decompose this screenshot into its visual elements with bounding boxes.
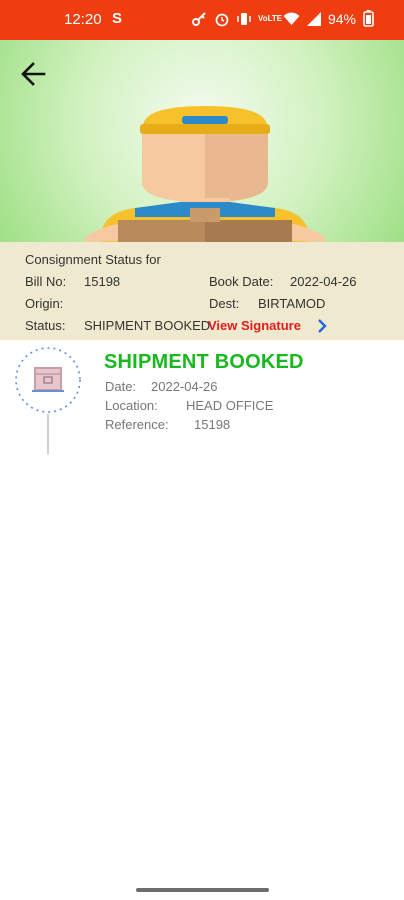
view-signature-link[interactable]: View Signature xyxy=(208,318,301,333)
volte-icon: VoLTE xyxy=(257,13,283,23)
consignment-info-panel: Consignment Status for Bill No: 15198 Bo… xyxy=(0,242,404,340)
chevron-right-icon[interactable] xyxy=(315,318,329,334)
vibrate-icon xyxy=(237,12,251,25)
event-reference-value: 15198 xyxy=(194,417,231,432)
key-icon xyxy=(191,11,206,26)
status-bar: 12:20 S VoLTE 94% xyxy=(0,0,404,40)
signal-icon xyxy=(306,11,321,26)
book-date-value: 2022-04-26 xyxy=(290,274,357,289)
hero-banner xyxy=(0,40,404,242)
battery-percent: 94% xyxy=(327,10,356,27)
origin-label: Origin: xyxy=(25,296,64,311)
alarm-icon xyxy=(215,13,229,26)
wifi-icon xyxy=(283,12,300,25)
app-notification-icon: S xyxy=(112,10,123,27)
event-date-value: 2022-04-26 xyxy=(151,379,218,394)
dest-label: Dest: xyxy=(209,296,240,311)
event-date-label: Date: xyxy=(105,379,137,394)
package-status-icon xyxy=(15,347,81,413)
timeline-connector xyxy=(47,414,49,454)
book-date-label: Book Date: xyxy=(209,274,274,289)
event-location-label: Location: xyxy=(105,398,158,413)
back-arrow-icon[interactable] xyxy=(18,60,50,88)
event-title: SHIPMENT BOOKED xyxy=(104,351,304,373)
status-label: Status: xyxy=(25,318,66,333)
event-reference-label: Reference: xyxy=(105,417,169,432)
bill-no-label: Bill No: xyxy=(25,274,67,289)
home-gesture-bar[interactable] xyxy=(136,888,269,892)
status-time: 12:20 xyxy=(64,11,102,28)
event-location-value: HEAD OFFICE xyxy=(186,398,274,413)
status-value: SHIPMENT BOOKED xyxy=(84,318,211,333)
battery-icon xyxy=(363,10,374,27)
status-icons: VoLTE 94% xyxy=(191,10,374,27)
bill-no-value: 15198 xyxy=(84,274,121,289)
dest-value: BIRTAMOD xyxy=(258,296,326,311)
courier-illustration xyxy=(85,106,325,242)
consignment-heading: Consignment Status for xyxy=(25,252,161,267)
